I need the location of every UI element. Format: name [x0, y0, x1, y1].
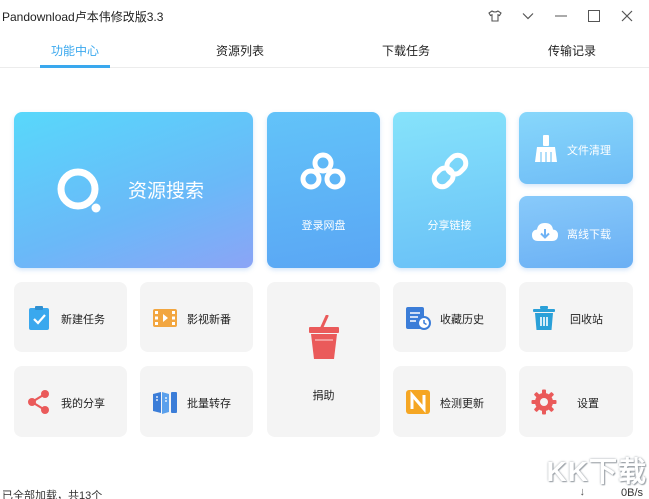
login-netdisk-label: 登录网盘 — [301, 220, 346, 232]
menu-button[interactable] — [511, 4, 544, 28]
recycle-tile[interactable]: 回收站 — [519, 282, 633, 352]
trash-icon — [533, 306, 555, 330]
update-n-icon — [406, 390, 430, 414]
app-title: Pandownload卢本伟修改版3.3 — [2, 10, 164, 24]
file-clean-tile[interactable]: 文件清理 — [519, 112, 633, 184]
clipboard-check-icon — [29, 306, 49, 330]
maximize-button[interactable] — [577, 4, 610, 28]
shirt-icon — [487, 10, 502, 22]
minimize-icon — [554, 15, 567, 17]
download-arrow-icon: ↓ — [579, 486, 586, 498]
close-button[interactable] — [610, 4, 643, 28]
check-update-label: 检测更新 — [440, 398, 484, 410]
login-netdisk-tile[interactable]: 登录网盘 — [267, 112, 380, 268]
new-task-tile[interactable]: 新建任务 — [14, 282, 127, 352]
cloud-download-icon — [532, 223, 558, 241]
baidu-cloud-icon — [300, 152, 346, 190]
active-tab-indicator — [40, 65, 110, 68]
title-bar: Pandownload卢本伟修改版3.3 — [0, 0, 649, 32]
my-share-tile[interactable]: 我的分享 — [14, 366, 127, 437]
new-task-label: 新建任务 — [61, 314, 105, 326]
movies-label: 影视新番 — [187, 314, 231, 326]
tab-function-center[interactable]: 功能中心 — [51, 42, 99, 59]
main-tabs: 功能中心 资源列表 下载任务 传输记录 — [0, 34, 649, 68]
resource-search-label: 资源搜索 — [128, 181, 205, 202]
offline-download-label: 离线下载 — [567, 229, 611, 241]
download-speed: 0B/s — [620, 487, 643, 499]
status-text: 已全部加载，共13个 — [2, 490, 103, 499]
search-icon — [57, 168, 101, 213]
file-clean-label: 文件清理 — [567, 145, 611, 157]
settings-tile[interactable]: 设置 — [519, 366, 633, 437]
tab-transfer-records[interactable]: 传输记录 — [548, 42, 596, 59]
chevron-down-icon — [522, 13, 533, 20]
favorites-tile[interactable]: 收藏历史 — [393, 282, 506, 352]
gear-icon — [531, 389, 557, 415]
link-icon — [431, 152, 469, 190]
tab-resource-list[interactable]: 资源列表 — [216, 42, 264, 59]
batch-transfer-label: 批量转存 — [187, 398, 231, 410]
broom-icon — [535, 135, 557, 162]
batch-transfer-tile[interactable]: 批量转存 — [140, 366, 253, 437]
share-link-tile[interactable]: 分享链接 — [393, 112, 506, 268]
film-icon — [153, 309, 177, 327]
donate-label: 捐助 — [312, 390, 335, 402]
skin-button[interactable] — [478, 4, 511, 28]
watermark-logo: KK下载 — [546, 456, 647, 487]
minimize-button[interactable] — [544, 4, 577, 28]
resource-search-tile[interactable]: 资源搜索 — [14, 112, 253, 268]
check-update-tile[interactable]: 检测更新 — [393, 366, 506, 437]
my-share-label: 我的分享 — [61, 398, 105, 410]
recycle-label: 回收站 — [570, 314, 603, 326]
history-icon — [406, 307, 431, 330]
status-bar: 已全部加载，共13个 ↓ 0B/s — [0, 486, 649, 499]
favorites-label: 收藏历史 — [440, 314, 484, 326]
close-icon — [621, 10, 632, 22]
share-icon — [28, 390, 49, 414]
movies-tile[interactable]: 影视新番 — [140, 282, 253, 352]
share-link-label: 分享链接 — [427, 220, 472, 232]
window-controls — [478, 4, 643, 28]
offline-download-tile[interactable]: 离线下载 — [519, 196, 633, 268]
books-icon — [153, 392, 177, 414]
donate-tile[interactable]: 捐助 — [267, 282, 380, 437]
cup-icon — [309, 315, 339, 359]
tab-download-tasks[interactable]: 下载任务 — [382, 42, 430, 59]
maximize-icon — [587, 10, 600, 22]
settings-label: 设置 — [577, 398, 599, 410]
